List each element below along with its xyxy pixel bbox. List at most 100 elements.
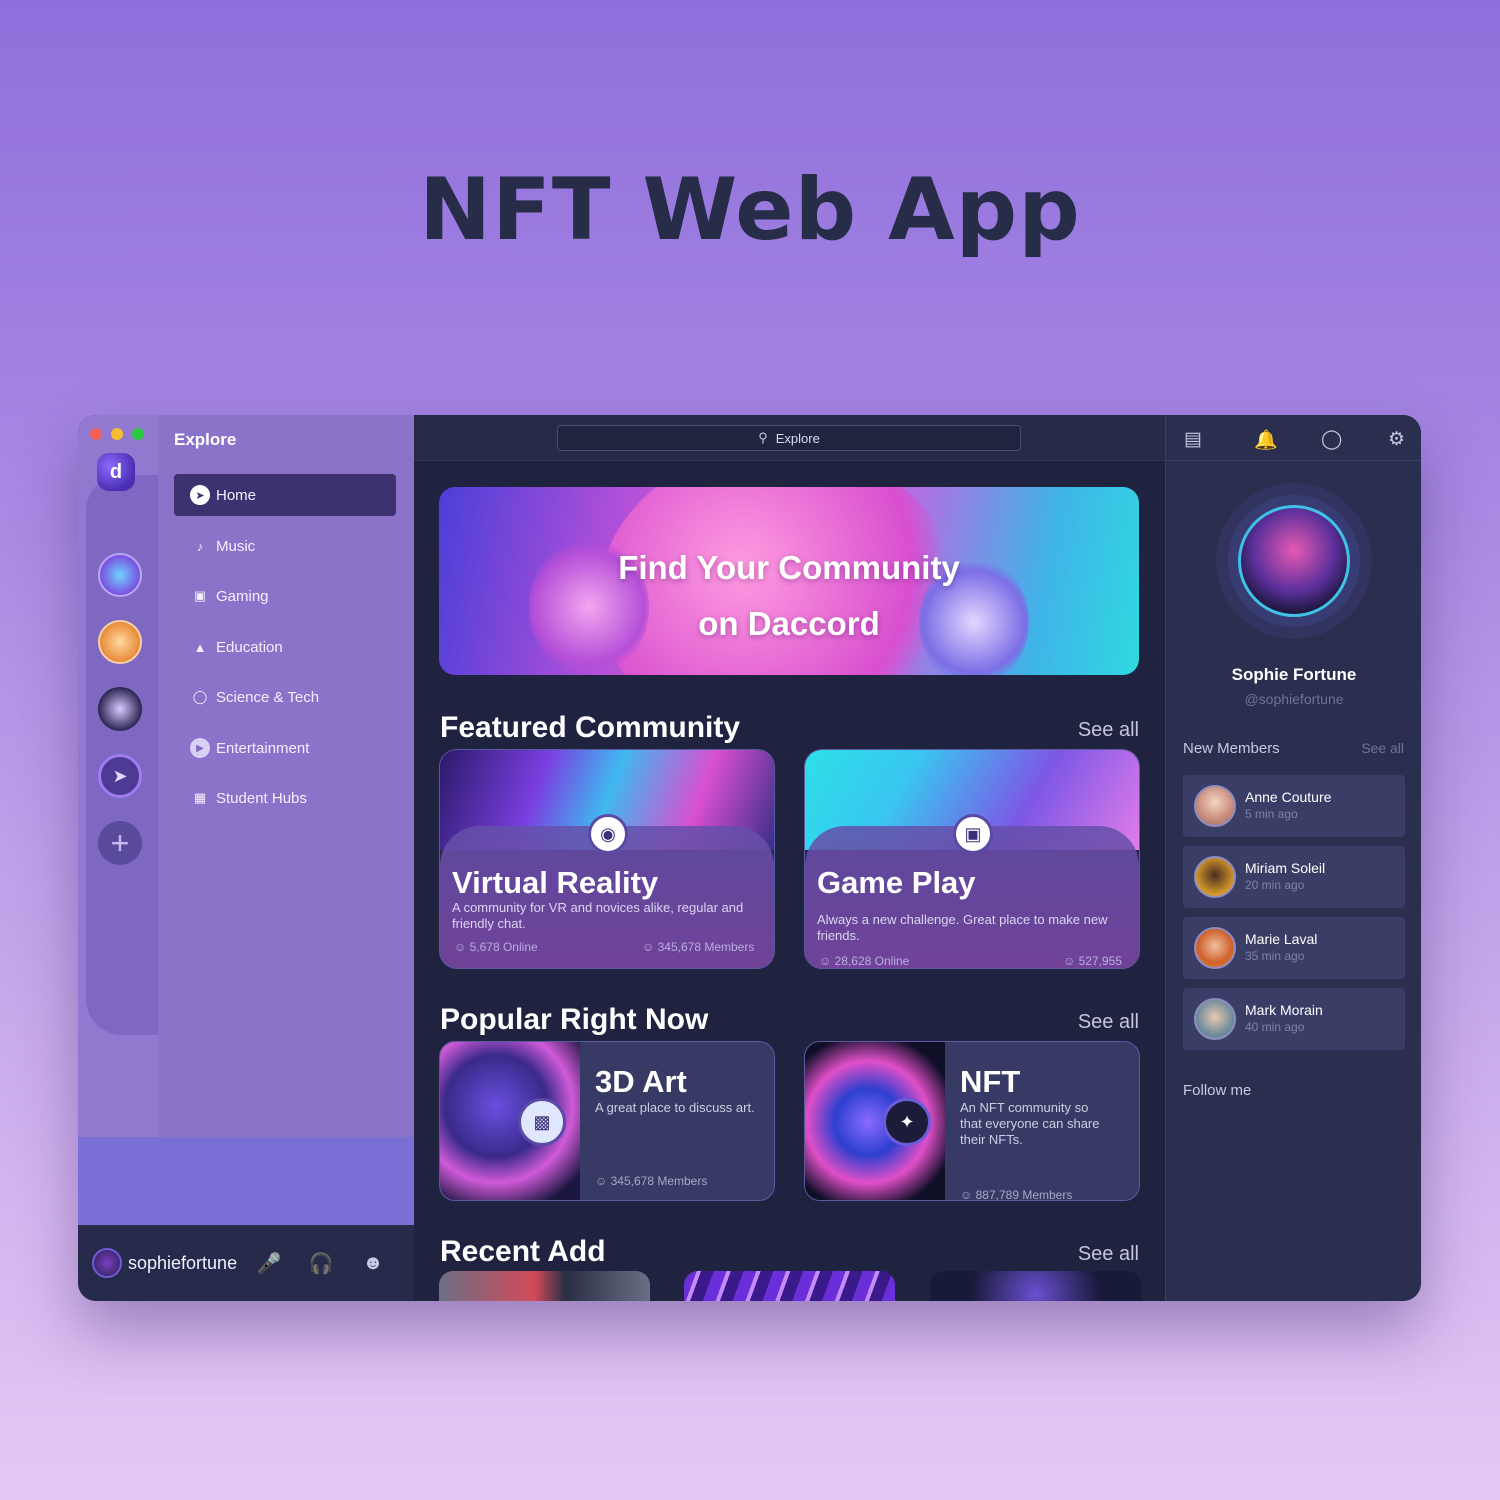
card-title: 3D Art bbox=[595, 1064, 687, 1099]
sidebar-item-gaming[interactable]: ▣ Gaming bbox=[174, 575, 396, 617]
user-avatar[interactable] bbox=[92, 1248, 122, 1278]
search-icon: ⚲ bbox=[758, 430, 768, 445]
member-row[interactable]: Miriam Soleil 20 min ago bbox=[1183, 846, 1405, 908]
popular-title: Popular Right Now bbox=[440, 1003, 709, 1036]
bell-icon[interactable]: 🔔 bbox=[1254, 428, 1278, 452]
card-title: NFT bbox=[960, 1064, 1021, 1099]
members-icon: ☺ bbox=[1063, 954, 1076, 968]
profile-name: Sophie Fortune bbox=[1231, 665, 1357, 684]
featured-see-all-link[interactable]: See all bbox=[1078, 719, 1139, 742]
sidebar-item-label: Education bbox=[216, 638, 283, 656]
sidebar-item-education[interactable]: ▲ Education bbox=[174, 626, 396, 668]
card-description: An NFT community so that everyone can sh… bbox=[960, 1100, 1100, 1147]
sidebar-item-student-hubs[interactable]: ▦ Student Hubs bbox=[174, 777, 396, 819]
maximize-window-dot[interactable] bbox=[132, 428, 144, 440]
online-icon: ☺ bbox=[454, 940, 467, 954]
community-card-vr[interactable]: ◉ Virtual Reality A community for VR and… bbox=[439, 749, 775, 969]
page-title: NFT Web App bbox=[419, 160, 1081, 260]
card-title: Game Play bbox=[817, 865, 976, 900]
member-time: 35 min ago bbox=[1245, 949, 1305, 963]
server-crystal-icon[interactable] bbox=[98, 553, 142, 597]
member-name: Mark Morain bbox=[1245, 1002, 1323, 1018]
gamepad-icon: ▣ bbox=[193, 588, 207, 603]
globe-icon: ◯ bbox=[192, 689, 208, 704]
avatar bbox=[1194, 856, 1236, 898]
avatar bbox=[1194, 998, 1236, 1040]
minimize-window-dot[interactable] bbox=[111, 428, 123, 440]
wallet-icon[interactable]: ▤ bbox=[1184, 428, 1202, 451]
card-description: A community for VR and novices alike, re… bbox=[452, 900, 744, 931]
sidebar-item-music[interactable]: ♪ Music bbox=[174, 525, 396, 567]
member-row[interactable]: Anne Couture 5 min ago bbox=[1183, 775, 1405, 837]
headphones-icon[interactable]: 🎧 bbox=[306, 1225, 336, 1301]
top-bar: ⚲ Explore bbox=[414, 415, 1165, 461]
gear-icon[interactable]: ⚙ bbox=[1388, 428, 1405, 451]
microphone-icon[interactable]: 🎤 bbox=[254, 1225, 284, 1301]
popular-see-all-link[interactable]: See all bbox=[1078, 1011, 1139, 1034]
sidebar-item-entertainment[interactable]: ▶ Entertainment bbox=[174, 727, 396, 769]
recent-card[interactable] bbox=[684, 1271, 895, 1301]
sidebar-item-science-tech[interactable]: ◯ Science & Tech bbox=[174, 676, 396, 718]
server-compass-icon[interactable]: ➤ bbox=[98, 754, 142, 798]
member-row[interactable]: Mark Morain 40 min ago bbox=[1183, 988, 1405, 1050]
banner-subheadline: on Daccord bbox=[698, 605, 880, 642]
panel-toolbar: ▤ 🔔 ◯ ⚙ bbox=[1166, 415, 1421, 461]
vr-headset-icon: ◉ bbox=[588, 814, 628, 854]
online-icon: ☺ bbox=[819, 954, 832, 968]
compass-icon: ➤ bbox=[190, 485, 210, 505]
members-icon: ☺ bbox=[595, 1174, 608, 1188]
music-note-icon: ♪ bbox=[196, 538, 204, 554]
server-food-icon[interactable] bbox=[98, 620, 142, 664]
featured-title: Featured Community bbox=[440, 711, 741, 744]
follow-me-link[interactable]: Follow me bbox=[1183, 1082, 1251, 1099]
card-description: A great place to discuss art. bbox=[595, 1100, 755, 1115]
recent-title: Recent Add bbox=[440, 1235, 606, 1268]
add-server-icon[interactable]: + bbox=[98, 821, 142, 865]
search-placeholder: Explore bbox=[775, 430, 820, 446]
members-icon: ☺ bbox=[960, 1188, 973, 1201]
app-window: d ➤ + Explore ➤ Home ♪ Music ▣ Gaming ▲ … bbox=[78, 415, 1421, 1301]
profile-panel: ▤ 🔔 ◯ ⚙ Sophie Fortune @sophiefortune Ne… bbox=[1165, 415, 1421, 1301]
member-count: ☺ 345,678 Members bbox=[642, 940, 755, 954]
recent-see-all-link[interactable]: See all bbox=[1078, 1243, 1139, 1266]
app-logo-icon[interactable]: d bbox=[97, 453, 135, 491]
recent-card[interactable] bbox=[930, 1271, 1141, 1301]
card-title: Virtual Reality bbox=[452, 865, 659, 900]
server-gem-icon[interactable] bbox=[98, 687, 142, 731]
close-window-dot[interactable] bbox=[90, 428, 102, 440]
search-input[interactable]: ⚲ Explore bbox=[557, 425, 1021, 451]
member-count: ☺ 345,678 Members bbox=[595, 1174, 708, 1188]
sidebar-item-label: Gaming bbox=[216, 587, 269, 605]
sidebar-item-label: Entertainment bbox=[216, 739, 310, 757]
member-row[interactable]: Marie Laval 35 min ago bbox=[1183, 917, 1405, 979]
add-friend-icon[interactable]: ☻ bbox=[358, 1225, 388, 1301]
voice-visualizer bbox=[78, 1137, 414, 1225]
graduation-cap-icon: ▲ bbox=[193, 639, 207, 655]
waveform-icon bbox=[113, 1161, 375, 1201]
user-bar: sophiefortune 🎤 🎧 ☻ bbox=[78, 1225, 414, 1301]
sidebar-title: Explore bbox=[174, 430, 237, 449]
avatar bbox=[1194, 785, 1236, 827]
members-icon: ☺ bbox=[642, 940, 655, 954]
new-members-see-all-link[interactable]: See all bbox=[1361, 740, 1404, 756]
card-description: Always a new challenge. Great place to m… bbox=[817, 912, 1108, 943]
hero-banner[interactable]: Find Your Community on Daccord bbox=[439, 487, 1139, 675]
chat-bubble-icon[interactable]: ◯ bbox=[1321, 428, 1342, 451]
banner-headline: Find Your Community bbox=[618, 549, 960, 586]
member-count: ☺ 527,955 bbox=[1063, 954, 1122, 968]
sidebar-item-label: Science & Tech bbox=[216, 688, 320, 706]
vitruvian-icon: ✦ bbox=[883, 1098, 931, 1146]
popular-card-3d-art[interactable]: ▩ 3D Art A great place to discuss art. ☺… bbox=[439, 1041, 775, 1201]
member-name: Marie Laval bbox=[1245, 931, 1318, 947]
online-count: ☺ 5,678 Online bbox=[454, 940, 538, 954]
server-rail: d ➤ + bbox=[78, 415, 158, 1137]
member-name: Miriam Soleil bbox=[1245, 860, 1326, 876]
member-time: 5 min ago bbox=[1245, 807, 1298, 821]
gamepad-badge-icon: ▣ bbox=[953, 814, 993, 854]
popular-card-nft[interactable]: ✦ NFT An NFT community so that everyone … bbox=[804, 1041, 1140, 1201]
recent-card[interactable] bbox=[439, 1271, 650, 1301]
community-card-gameplay[interactable]: ▣ Game Play Always a new challenge. Grea… bbox=[804, 749, 1140, 969]
profile-avatar[interactable] bbox=[1238, 505, 1350, 617]
sidebar-item-home[interactable]: ➤ Home bbox=[174, 474, 396, 516]
member-count: ☺ 887,789 Members bbox=[960, 1188, 1073, 1201]
